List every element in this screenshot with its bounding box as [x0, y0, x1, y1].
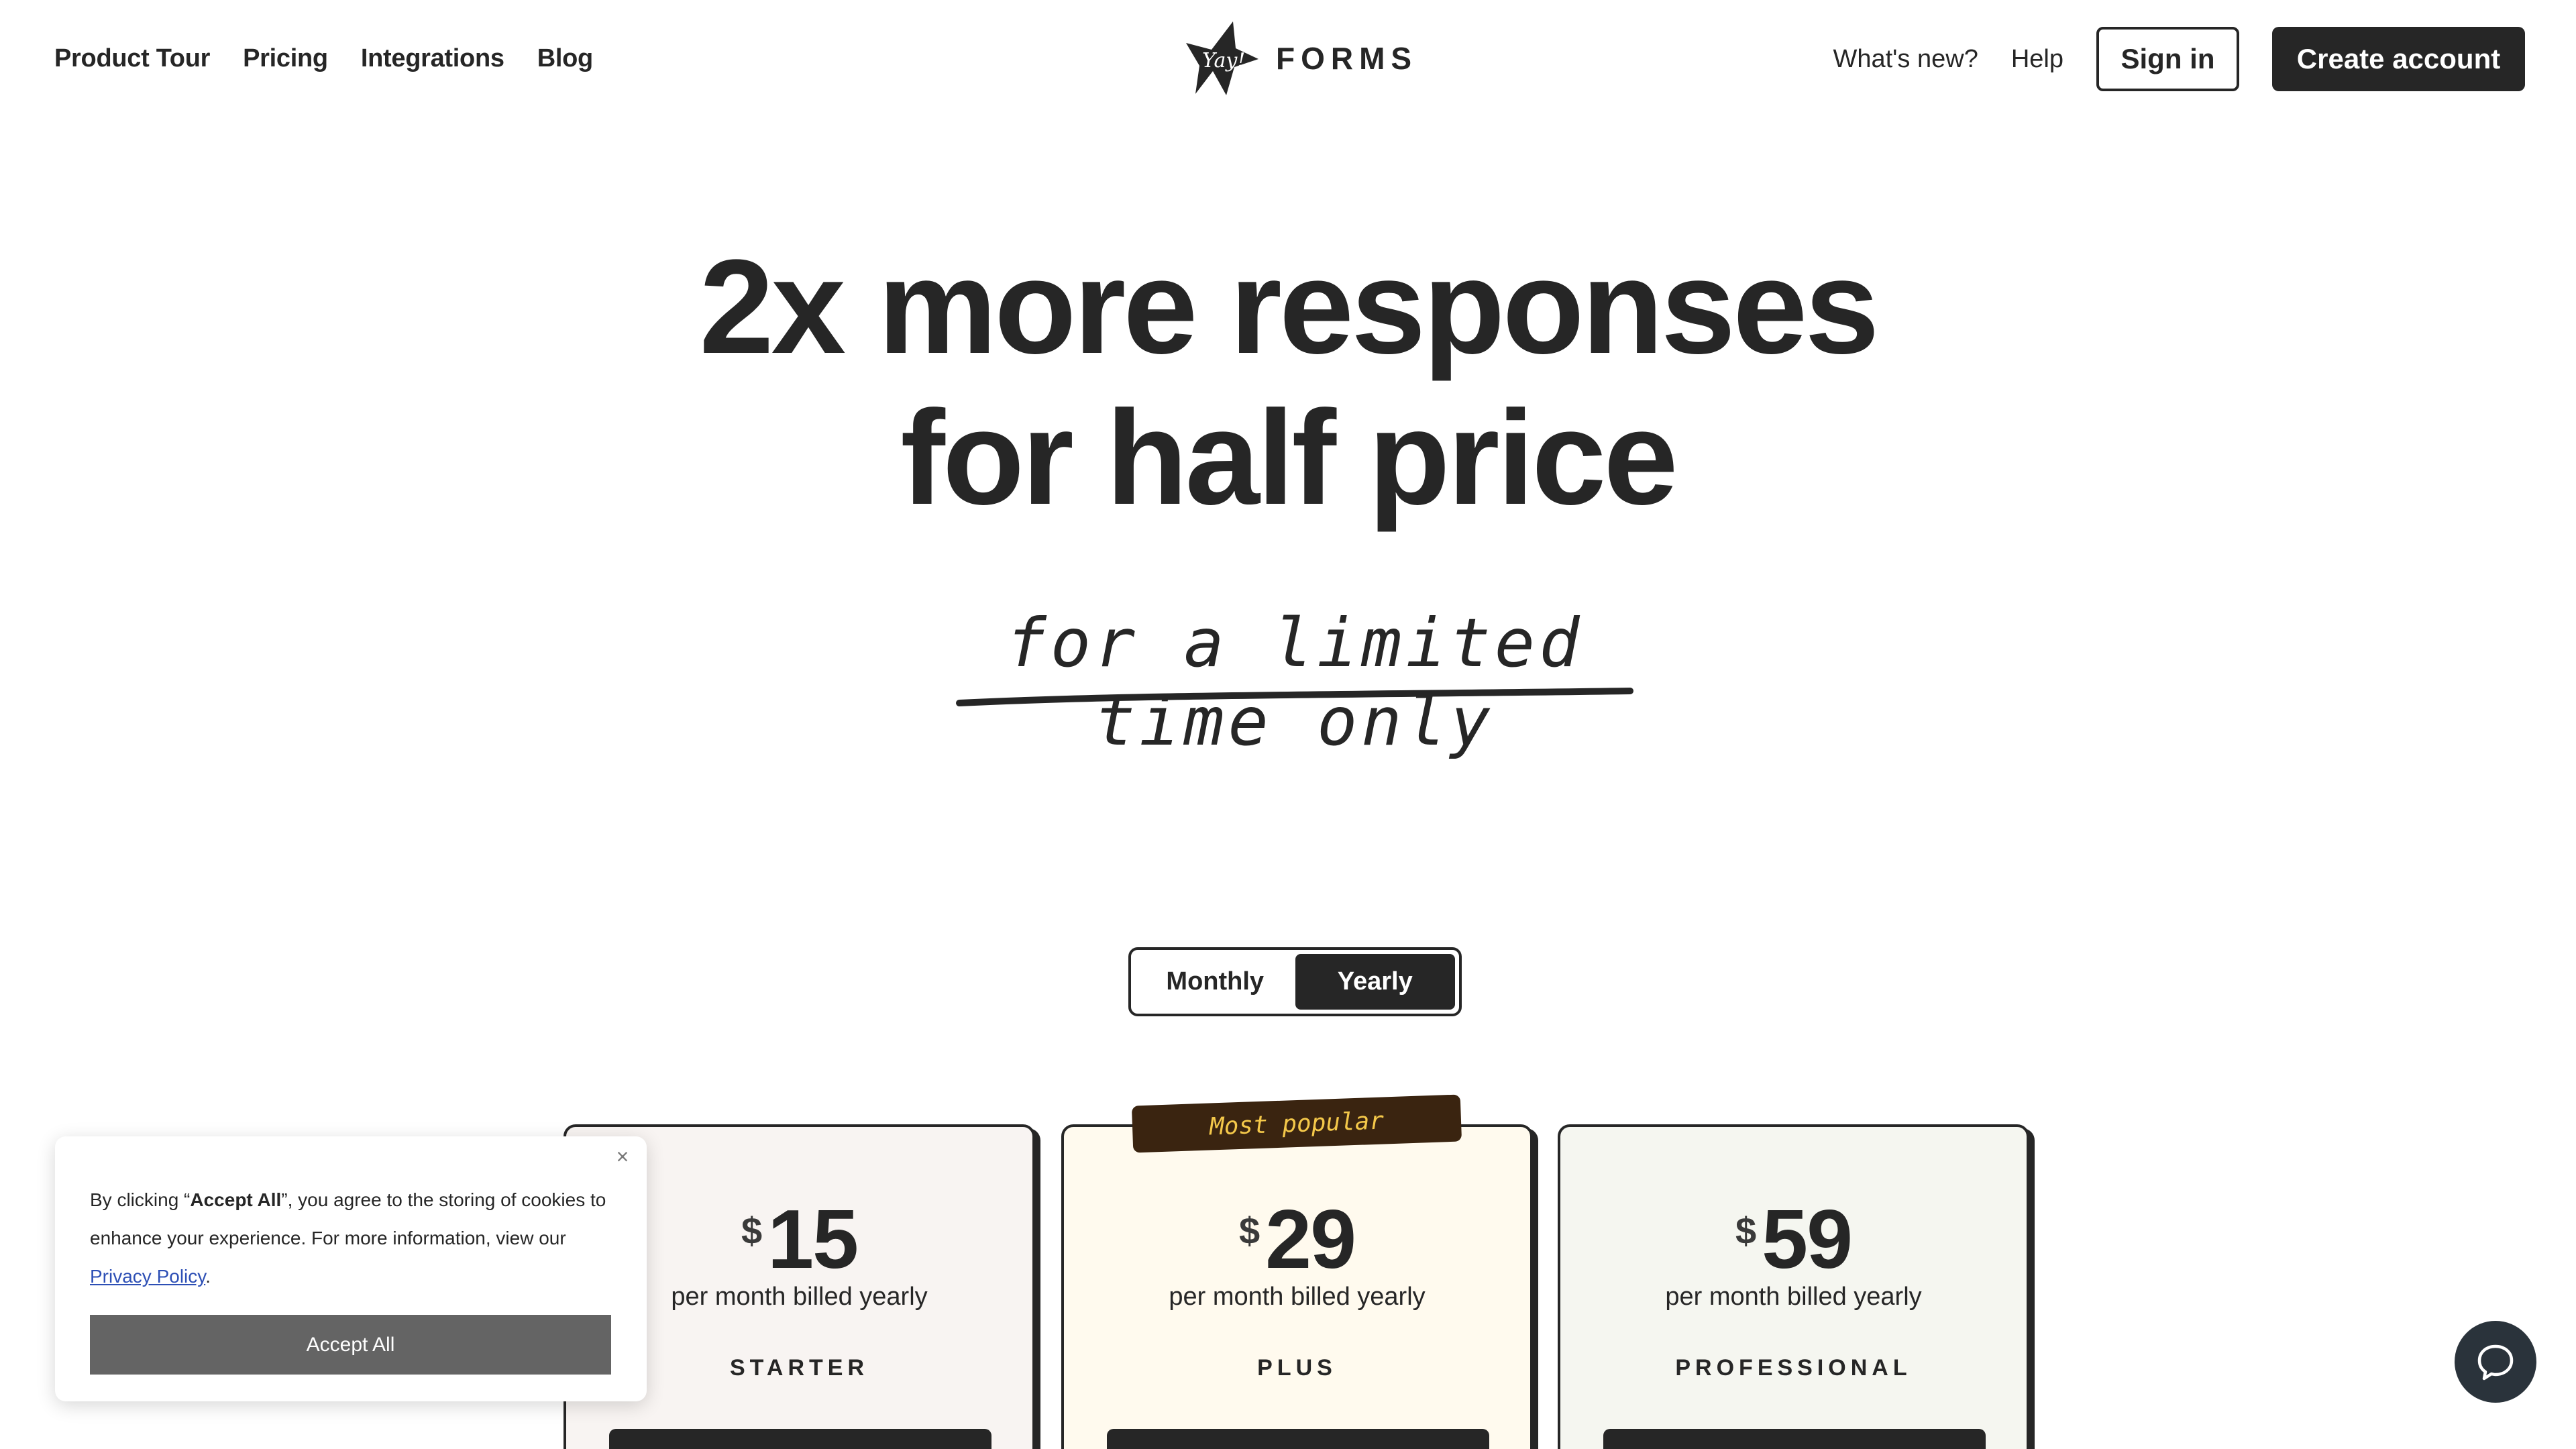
close-icon[interactable]: ×	[608, 1142, 637, 1171]
cookie-message: By clicking “Accept All”, you agree to t…	[90, 1181, 620, 1295]
logo-text: FORMS	[1276, 41, 1418, 76]
currency-symbol: $	[1238, 1210, 1260, 1252]
account-nav: What's new? Help Sign in Create account	[1833, 27, 2576, 91]
hero-title-line-2: for half price	[900, 383, 1678, 533]
plan-card-plus: $ 29 per month billed yearly PLUS Start …	[1061, 1124, 1533, 1449]
nav-blog[interactable]: Blog	[537, 44, 594, 73]
plan-price: $ 59	[1560, 1194, 2027, 1285]
nav-integrations[interactable]: Integrations	[361, 44, 504, 73]
toggle-yearly[interactable]: Yearly	[1295, 954, 1455, 1010]
accept-all-button[interactable]: Accept All	[90, 1315, 611, 1375]
price-amount: 59	[1762, 1193, 1853, 1286]
cookie-banner: × By clicking “Accept All”, you agree to…	[55, 1136, 647, 1401]
billing-period: per month billed yearly	[1169, 1283, 1426, 1311]
logo-star-icon: Yay!	[1186, 21, 1258, 95]
start-trial-button-plus[interactable]: Start free trial	[1107, 1429, 1489, 1449]
hero-title: 2x more responses for half price	[0, 231, 2576, 533]
plan-name: PLUS	[1257, 1355, 1337, 1381]
toggle-monthly[interactable]: Monthly	[1135, 954, 1295, 1010]
primary-nav: Product Tour Pricing Integrations Blog	[54, 44, 593, 73]
hand-drawn-underline	[956, 688, 1633, 706]
currency-symbol: $	[741, 1210, 763, 1252]
billing-period: per month billed yearly	[1665, 1283, 1922, 1311]
price-amount: 29	[1265, 1193, 1356, 1286]
chat-launcher-button[interactable]	[2455, 1321, 2536, 1403]
start-trial-button-starter[interactable]: Start free trial	[609, 1429, 991, 1449]
cookie-text-bold: Accept All	[190, 1189, 282, 1210]
start-trial-button-professional[interactable]: Start free trial	[1603, 1429, 1986, 1449]
logo-mark-text: Yay!	[1202, 49, 1245, 72]
hero-subtitle-block: for a limited time only	[953, 604, 1637, 761]
brand-logo[interactable]: Yay! FORMS	[1182, 19, 1417, 98]
currency-symbol: $	[1735, 1210, 1757, 1252]
plan-price: $ 29	[1064, 1194, 1530, 1285]
price-amount: 15	[767, 1193, 859, 1286]
create-account-button[interactable]: Create account	[2272, 27, 2525, 91]
plan-name: PROFESSIONAL	[1675, 1355, 1912, 1381]
sign-in-button[interactable]: Sign in	[2096, 27, 2239, 91]
hero-title-line-1: 2x more responses	[699, 232, 1879, 382]
nav-whats-new[interactable]: What's new?	[1833, 45, 1978, 74]
nav-help[interactable]: Help	[2011, 45, 2063, 74]
billing-toggle: Monthly Yearly	[1128, 947, 1462, 1016]
nav-pricing[interactable]: Pricing	[243, 44, 328, 73]
chat-bubble-icon	[2477, 1344, 2514, 1381]
privacy-policy-link[interactable]: Privacy Policy	[90, 1266, 205, 1287]
cookie-text-start: By clicking “	[90, 1189, 191, 1210]
cookie-text-end: .	[205, 1266, 211, 1287]
nav-product-tour[interactable]: Product Tour	[54, 44, 210, 73]
plan-card-professional: $ 59 per month billed yearly PROFESSIONA…	[1558, 1124, 2029, 1449]
